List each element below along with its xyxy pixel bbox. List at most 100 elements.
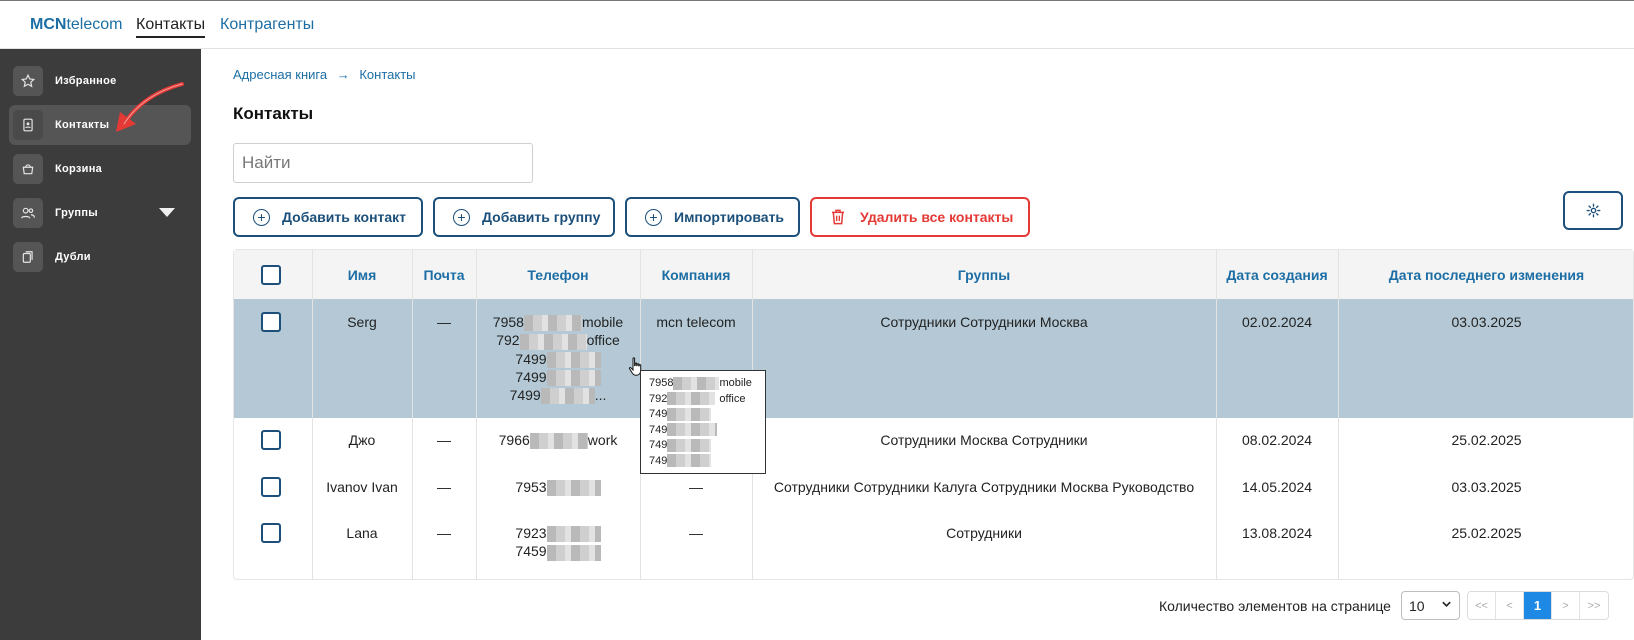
contact-phones: 7953	[476, 478, 640, 497]
sidebar-item-label: Контакты	[55, 119, 110, 131]
table-row[interactable]: Ivanov Ivan — 7953 — Сотрудники Сотрудни…	[234, 466, 1633, 512]
table-row[interactable]: Джо — 7966 work Сотрудники Москва Сотрудн…	[234, 418, 1633, 466]
breadcrumb: Адресная книга → Контакты	[233, 67, 416, 82]
caret-down-icon[interactable]	[159, 208, 175, 217]
column-header-modified[interactable]: Дата последнего изменения	[1338, 250, 1634, 299]
prev-page-button[interactable]: <	[1496, 592, 1524, 619]
table-row[interactable]: Serg — 7958 mobile 792 office 7499 7499 74…	[234, 299, 1633, 418]
select-all-checkbox[interactable]	[261, 265, 281, 285]
row-checkbox[interactable]	[261, 477, 281, 497]
sidebar-item-label: Корзина	[55, 163, 103, 175]
column-header-groups[interactable]: Группы	[752, 250, 1216, 299]
masked-digits	[546, 526, 601, 543]
contact-email: —	[437, 432, 451, 448]
import-button[interactable]: + Импортировать	[625, 197, 800, 237]
phone-line: 7953	[476, 478, 640, 497]
contact-company: —	[689, 479, 703, 495]
phone-line: 7499	[476, 368, 640, 387]
chevron-down-icon	[1441, 598, 1452, 613]
contact-modified-date: 03.03.2025	[1451, 479, 1522, 495]
breadcrumb-root-link[interactable]: Адресная книга	[233, 67, 327, 82]
settings-button[interactable]	[1563, 191, 1623, 230]
page-title: Контакты	[233, 104, 314, 123]
contact-created-date: 13.08.2024	[1241, 525, 1313, 541]
column-header-created[interactable]: Дата создания	[1216, 250, 1338, 299]
column-header-company[interactable]: Компания	[640, 250, 752, 299]
row-checkbox[interactable]	[261, 312, 281, 332]
column-divider	[476, 250, 477, 579]
table-row[interactable]: Lana — 7923 7459 — Сотрудники 13.08.2024…	[234, 512, 1633, 579]
plus-circle-icon: +	[453, 208, 470, 226]
masked-digits	[667, 454, 712, 468]
contact-created-date: 08.02.2024	[1241, 432, 1313, 448]
contact-card-icon	[13, 110, 43, 140]
contact-name: Serg	[347, 314, 377, 330]
tooltip-line: 792 office	[649, 392, 746, 406]
contact-company: —	[689, 525, 703, 541]
masked-digits	[673, 376, 720, 390]
duplicates-icon	[13, 242, 43, 272]
sidebar-item-basket[interactable]: Корзина	[9, 149, 191, 189]
column-header-name[interactable]: Имя	[312, 250, 412, 299]
masked-digits	[546, 544, 601, 561]
row-checkbox[interactable]	[261, 430, 281, 450]
tooltip-line: 7958 mobile	[649, 376, 752, 390]
column-header-email[interactable]: Почта	[412, 250, 476, 299]
top-bar: MCNtelecom Контакты Контрагенты	[0, 0, 1634, 49]
contact-email: —	[437, 525, 451, 541]
basket-icon	[13, 154, 43, 184]
phone-line: 7459	[476, 542, 640, 561]
page-size-label: Количество элементов на странице	[1159, 598, 1391, 614]
contact-phones: 7923 7459	[476, 524, 640, 561]
contact-name: Lana	[346, 525, 378, 541]
tooltip-line: 749	[649, 423, 765, 439]
masked-digits	[519, 333, 587, 350]
contact-name: Джо	[348, 432, 376, 448]
current-page-button[interactable]: 1	[1524, 592, 1552, 619]
plus-circle-icon: +	[645, 208, 662, 226]
tooltip-line: 749	[649, 454, 765, 470]
masked-digits	[529, 433, 588, 450]
pagination: << < 1 > >>	[1467, 591, 1609, 620]
search-input[interactable]	[233, 143, 533, 183]
top-nav-counterparties[interactable]: Контрагенты	[220, 16, 314, 34]
last-page-button[interactable]: >>	[1580, 592, 1608, 619]
contact-created-date: 02.02.2024	[1241, 314, 1313, 330]
phone-line: 7923	[476, 524, 640, 543]
next-page-button[interactable]: >	[1552, 592, 1580, 619]
masked-digits	[667, 392, 716, 406]
contacts-table: Имя Почта Телефон Компания Группы Дата с…	[233, 249, 1634, 580]
contact-email: —	[437, 314, 451, 330]
add-group-button[interactable]: + Добавить группу	[433, 197, 615, 237]
add-contact-button[interactable]: + Добавить контакт	[233, 197, 423, 237]
row-checkbox[interactable]	[261, 523, 281, 543]
contact-groups: Сотрудники Сотрудники Москва	[880, 314, 1088, 330]
first-page-button[interactable]: <<	[1468, 592, 1496, 619]
contact-phones: 7958 mobile 792 office 7499 7499 7499...	[476, 313, 640, 405]
contact-modified-date: 25.02.2025	[1451, 432, 1522, 448]
gear-icon	[1586, 203, 1601, 218]
contact-modified-date: 03.03.2025	[1451, 314, 1522, 330]
sidebar-item-label: Дубли	[55, 251, 91, 263]
plus-circle-icon: +	[253, 208, 270, 226]
sidebar-item-groups[interactable]: Группы	[9, 193, 191, 233]
contact-email: —	[437, 479, 451, 495]
table-header: Имя Почта Телефон Компания Группы Дата с…	[234, 250, 1633, 299]
sidebar-item-label: Избранное	[55, 75, 117, 87]
masked-digits	[523, 315, 582, 332]
contact-phones: 7966 work	[476, 431, 640, 450]
sidebar-item-duplicates[interactable]: Дубли	[9, 237, 191, 277]
masked-digits	[667, 407, 712, 421]
red-arrow-annotation	[116, 82, 184, 132]
delete-all-contacts-button[interactable]: Удалить все контакты	[810, 197, 1030, 237]
breadcrumb-current[interactable]: Контакты	[359, 67, 415, 82]
column-header-phone[interactable]: Телефон	[476, 250, 640, 299]
masked-digits	[546, 480, 601, 497]
contact-groups: Сотрудники Сотрудники Калуга Сотрудники …	[773, 479, 1195, 495]
masked-digits	[540, 388, 595, 405]
contact-groups: Сотрудники Москва Сотрудники	[880, 432, 1088, 448]
page-size-select[interactable]: 10	[1401, 591, 1460, 620]
logo[interactable]: MCNtelecom	[30, 16, 122, 34]
top-nav-contacts[interactable]: Контакты	[136, 16, 206, 38]
phone-line: 7966 work	[498, 432, 618, 450]
